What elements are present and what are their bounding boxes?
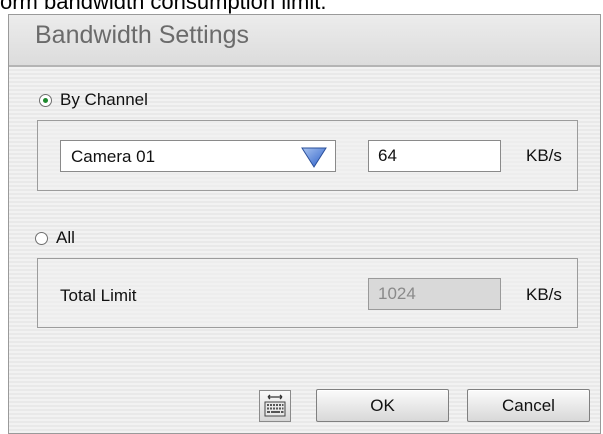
by-channel-group: Camera 01 64 KB/s: [37, 120, 578, 191]
bandwidth-settings-dialog: Bandwidth Settings By Channel Camera 01 …: [8, 14, 601, 434]
keyboard-button[interactable]: [259, 390, 291, 422]
dialog-title: Bandwidth Settings: [35, 21, 250, 49]
by-channel-radio[interactable]: [39, 93, 52, 107]
all-radio-option[interactable]: All: [35, 228, 75, 248]
camera-select-value: Camera 01: [71, 147, 156, 166]
total-limit-input[interactable]: 1024: [368, 278, 501, 310]
keyboard-icon: [264, 394, 286, 417]
channel-limit-input[interactable]: 64: [368, 140, 501, 172]
cancel-button[interactable]: Cancel: [467, 389, 590, 422]
by-channel-label: By Channel: [60, 90, 148, 109]
by-channel-radio-option[interactable]: By Channel: [39, 90, 148, 110]
camera-select[interactable]: Camera 01: [60, 140, 336, 172]
triangle-down-icon[interactable]: [301, 146, 327, 168]
all-group: Total Limit 1024 KB/s: [37, 258, 578, 328]
all-radio[interactable]: [35, 231, 48, 245]
total-limit-label: Total Limit: [60, 286, 137, 305]
dialog-title-bar: Bandwidth Settings: [9, 15, 600, 67]
channel-limit-unit: KB/s: [526, 146, 562, 165]
all-label: All: [56, 228, 75, 247]
ok-button[interactable]: OK: [316, 389, 449, 422]
total-limit-unit: KB/s: [526, 285, 562, 304]
